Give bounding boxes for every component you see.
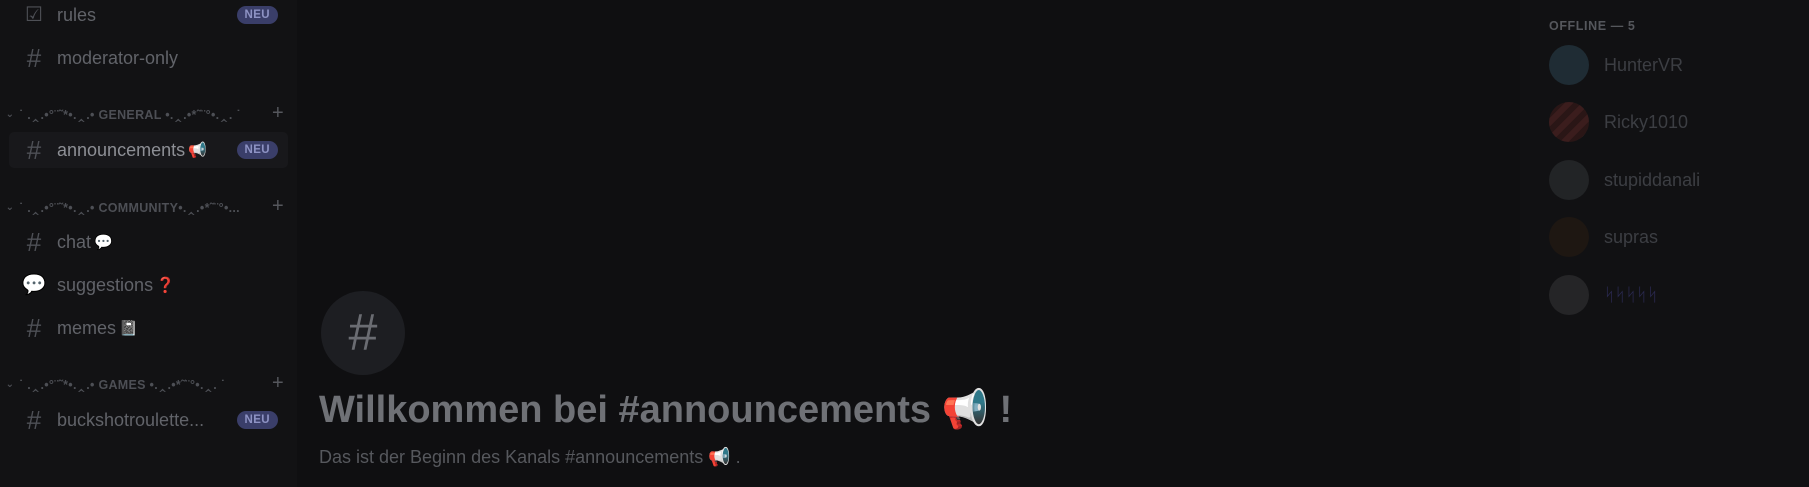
channel-name: chat <box>57 231 92 252</box>
channel-sidebar: ☑ rules NEU # moderator-only ⌄ ˙ .‸.•°¨˜… <box>0 0 297 487</box>
member-list: OFFLINE — 5 HunterVR Ricky1010 stupiddan… <box>1520 0 1809 487</box>
create-channel-icon[interactable]: + <box>272 195 284 218</box>
member-name: supras <box>1604 226 1659 247</box>
create-channel-icon[interactable]: + <box>272 372 284 395</box>
member-item[interactable]: supras <box>1549 216 1789 258</box>
channel-name: rules <box>57 4 97 25</box>
new-badge: NEU <box>236 411 278 429</box>
chevron-down-icon: ⌄ <box>5 108 15 120</box>
category-community[interactable]: ⌄ ˙ .‸.•°¨˜*•.‸.• COMMUNITY•.‸.•*˜¨°•...… <box>4 195 286 218</box>
member-item[interactable]: HunterVR <box>1549 44 1789 86</box>
hash-icon: # <box>26 405 42 435</box>
avatar <box>1549 217 1589 257</box>
new-badge: NEU <box>236 6 278 24</box>
new-badge: NEU <box>236 141 278 159</box>
hash-icon: # <box>26 227 42 257</box>
avatar <box>1549 160 1589 200</box>
member-item[interactable]: Ricky1010 <box>1549 101 1789 143</box>
chevron-down-icon: ⌄ <box>5 378 15 390</box>
member-item[interactable]: ᛋᛋᛋᛋᛋ <box>1549 274 1789 316</box>
member-name: HunterVR <box>1604 54 1684 75</box>
category-label: ˙ .‸.•°¨˜*•.‸.• GENERAL •.‸.•*˜¨°•.‸. ˙ <box>19 107 241 122</box>
welcome-title: Willkommen bei #announcements 📢 ! <box>319 389 1013 431</box>
create-channel-icon[interactable]: + <box>272 102 284 125</box>
channel-name: memes <box>57 317 117 338</box>
channel-chat[interactable]: # chat 💬 <box>9 224 288 260</box>
channel-start-subtitle: Das ist der Beginn des Kanals #announcem… <box>319 447 741 467</box>
hash-icon: # <box>26 135 42 165</box>
channel-emoji: 📢 <box>188 142 207 159</box>
category-label: ˙ .‸.•°¨˜*•.‸.• COMMUNITY•.‸.•*˜¨°•... <box>19 200 240 215</box>
channel-moderator-only[interactable]: # moderator-only <box>9 40 288 76</box>
member-name: ᛋᛋᛋᛋᛋ <box>1604 284 1658 305</box>
chevron-down-icon: ⌄ <box>5 201 15 213</box>
channel-suggestions[interactable]: 💬 suggestions ❓ <box>9 267 288 303</box>
avatar <box>1549 45 1589 85</box>
members-offline-header: OFFLINE — 5 <box>1549 19 1636 33</box>
category-label: ˙ .‸.•°¨˜*•.‸.• GAMES •.‸.•*˜¨°•.‸. ˙ <box>19 377 226 392</box>
channel-name: buckshotroulette... <box>57 409 205 430</box>
channel-name: moderator-only <box>57 47 179 68</box>
member-name: Ricky1010 <box>1604 111 1689 132</box>
channel-name: suggestions <box>57 274 154 295</box>
channel-memes[interactable]: # memes 📓 <box>9 310 288 346</box>
category-general[interactable]: ⌄ ˙ .‸.•°¨˜*•.‸.• GENERAL •.‸.•*˜¨°•.‸. … <box>4 102 286 125</box>
category-games[interactable]: ⌄ ˙ .‸.•°¨˜*•.‸.• GAMES •.‸.•*˜¨°•.‸. ˙ … <box>4 372 286 395</box>
rules-icon: ☑ <box>25 4 43 26</box>
channel-emoji: ❓ <box>156 277 175 294</box>
avatar <box>1549 102 1589 142</box>
channel-announcements[interactable]: # announcements 📢 NEU <box>9 132 288 168</box>
hash-icon: # <box>26 313 42 343</box>
channel-emoji: 💬 <box>94 234 113 251</box>
avatar <box>1549 275 1589 315</box>
channel-buckshotroulette[interactable]: # buckshotroulette... NEU <box>9 402 288 438</box>
member-item[interactable]: stupiddanali <box>1549 159 1789 201</box>
locked-hash-icon: # <box>26 43 42 73</box>
member-name: stupiddanali <box>1604 169 1701 190</box>
channel-emoji: 📓 <box>119 320 138 337</box>
forum-icon: 💬 <box>21 274 47 296</box>
channel-rules[interactable]: ☑ rules NEU <box>9 0 288 33</box>
channel-name: announcements <box>57 139 186 160</box>
channel-hash-icon: # <box>321 291 405 375</box>
